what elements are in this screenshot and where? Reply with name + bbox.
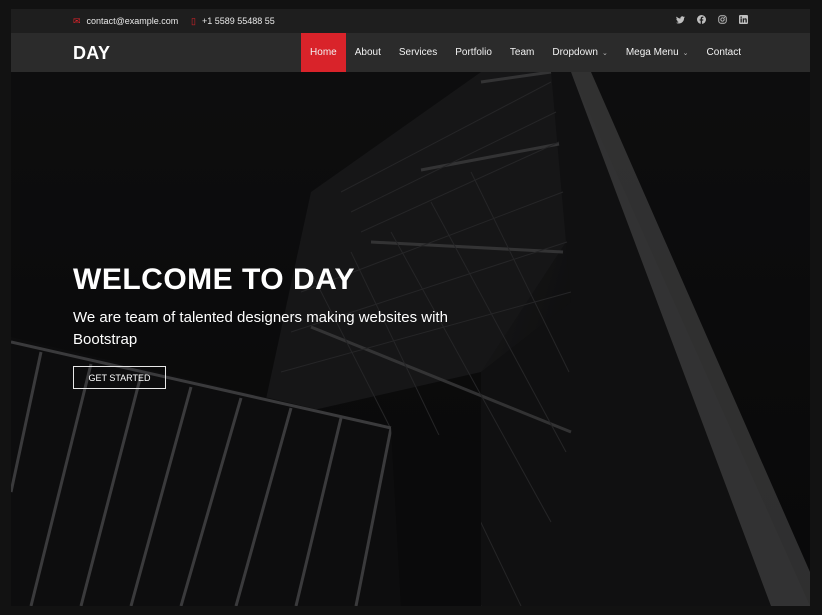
main-navbar: DAY Home About Services Portfolio Team D… — [11, 33, 810, 72]
page-frame: ✉ contact@example.com ▯ +1 5589 55488 55… — [11, 9, 810, 606]
nav-mega-menu-label: Mega Menu — [625, 47, 679, 58]
main-menu: Home About Services Portfolio Team Dropd… — [301, 33, 750, 72]
linkedin-icon[interactable] — [739, 15, 748, 24]
phone-icon: ▯ — [191, 15, 196, 26]
hero-section: WELCOME TO DAY We are team of talented d… — [11, 72, 810, 606]
twitter-icon[interactable] — [676, 15, 685, 24]
nav-portfolio-label: Portfolio — [455, 47, 492, 58]
social-links — [676, 15, 748, 24]
phone-text: +1 5589 55488 55 — [201, 16, 275, 26]
site-logo[interactable]: DAY — [73, 43, 110, 64]
nav-home-label: Home — [310, 47, 337, 58]
topbar-email[interactable]: ✉ contact@example.com — [73, 16, 178, 26]
nav-contact-label: Contact — [706, 47, 741, 58]
topbar-phone[interactable]: ▯ +1 5589 55488 55 — [191, 16, 275, 26]
nav-contact[interactable]: Contact — [698, 33, 750, 72]
hero-subtitle: We are team of talented designers making… — [73, 309, 448, 348]
hero-text: WELCOME TO DAY We are team of talented d… — [73, 263, 473, 351]
nav-portfolio[interactable]: Portfolio — [446, 33, 501, 72]
nav-home[interactable]: Home — [301, 33, 346, 72]
nav-about-label: About — [354, 47, 381, 58]
hero-title: WELCOME TO DAY — [73, 263, 356, 296]
nav-mega-menu[interactable]: Mega Menu ⌄ — [617, 33, 698, 72]
instagram-icon[interactable] — [718, 15, 727, 24]
nav-team-label: Team — [509, 47, 535, 58]
email-text: contact@example.com — [86, 16, 179, 26]
nav-services[interactable]: Services — [390, 33, 446, 72]
topbar: ✉ contact@example.com ▯ +1 5589 55488 55 — [11, 9, 810, 33]
nav-dropdown[interactable]: Dropdown ⌄ — [543, 33, 616, 72]
get-started-button[interactable]: GET STARTED — [73, 366, 166, 389]
nav-team[interactable]: Team — [501, 33, 543, 72]
facebook-icon[interactable] — [697, 15, 706, 24]
nav-services-label: Services — [398, 47, 438, 58]
nav-about[interactable]: About — [346, 33, 390, 72]
nav-dropdown-label: Dropdown — [552, 47, 598, 58]
envelope-icon: ✉ — [73, 15, 81, 26]
chevron-down-icon: ⌄ — [682, 49, 689, 57]
chevron-down-icon: ⌄ — [601, 49, 608, 57]
